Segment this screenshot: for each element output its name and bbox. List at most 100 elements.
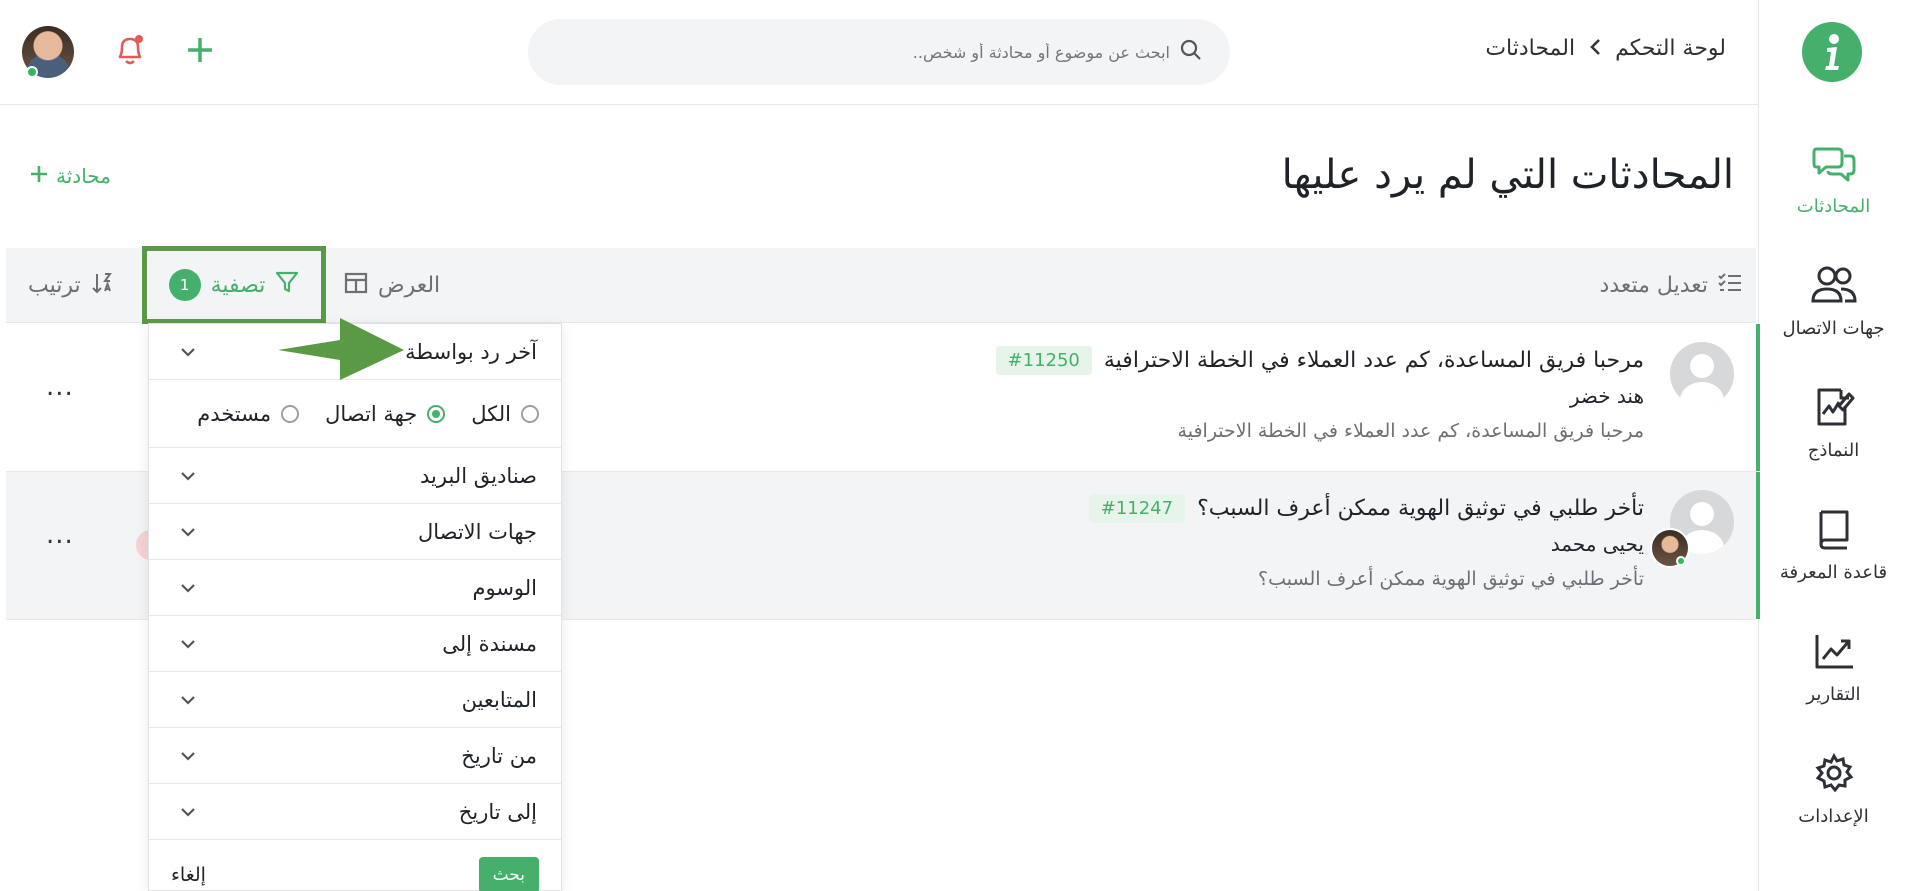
sidebar-item-label: التقارير [1806, 684, 1861, 705]
multi-edit-label: تعديل متعدد [1599, 273, 1708, 298]
message-preview: مرحبا فريق المساعدة، كم عدد العملاء في ا… [1177, 420, 1644, 442]
filter-section-label: مسندة إلى [442, 631, 537, 656]
sidebar-item-conversations[interactable]: المحادثات [1759, 140, 1908, 240]
sidebar-item-settings[interactable]: الإعدادات [1759, 750, 1908, 850]
book-icon [1811, 506, 1857, 552]
search-input[interactable] [610, 42, 1170, 62]
filter-cancel-button[interactable]: إلغاء [171, 864, 206, 886]
filter-section-followers[interactable]: المتابعين [149, 672, 561, 728]
new-conversation-label: محادثة [56, 164, 111, 188]
conversation-subject[interactable]: تأخر طلبي في توثيق الهوية ممكن أعرف السب… [1197, 496, 1644, 521]
multi-edit-button[interactable]: تعديل متعدد [1600, 248, 1742, 323]
ticket-id: #11247 [1088, 494, 1186, 523]
reports-icon [1811, 628, 1857, 674]
filter-section-mailboxes[interactable]: صناديق البريد [149, 448, 561, 504]
filter-search-button[interactable]: بحث [478, 857, 539, 891]
sidebar-item-reports[interactable]: التقارير [1759, 628, 1908, 728]
chevron-down-icon [181, 807, 195, 817]
search-bar[interactable] [528, 19, 1230, 85]
contact-name: يحيى محمد [1550, 532, 1644, 556]
sidebar-item-label: جهات الاتصال [1782, 318, 1885, 339]
filter-section-label: آخر رد بواسطة [405, 339, 537, 364]
filter-section-label: إلى تاريخ [458, 799, 537, 824]
sidebar-item-forms[interactable]: النماذج [1759, 384, 1908, 484]
filter-section-to-date[interactable]: إلى تاريخ [149, 784, 561, 840]
sidebar: المحادثات جهات الاتصال النماذج قاعدة الم… [1758, 0, 1908, 891]
contact-avatar [1670, 342, 1734, 406]
online-status-dot [26, 66, 38, 78]
conversation-subject[interactable]: مرحبا فريق المساعدة، كم عدد العملاء في ا… [1104, 348, 1644, 373]
filter-section-contacts[interactable]: جهات الاتصال [149, 504, 561, 560]
more-options-button[interactable]: ... [46, 372, 74, 402]
radio-button[interactable] [281, 404, 300, 423]
bell-icon[interactable] [114, 33, 146, 71]
radio-all[interactable]: الكل [471, 402, 539, 426]
title-row: المحادثات التي لم يرد عليها محادثة [0, 106, 1758, 248]
radio-user[interactable]: مستخدم [197, 402, 300, 426]
sidebar-item-label: المحادثات [1796, 196, 1871, 217]
breadcrumb-dashboard[interactable]: لوحة التحكم [1615, 36, 1726, 61]
last-reply-options: الكل جهة اتصال مستخدم [149, 380, 561, 448]
top-header: لوحة التحكم المحادثات [0, 0, 1758, 105]
filter-count-badge: 1 [168, 269, 201, 301]
new-conversation-button[interactable]: محادثة [30, 164, 111, 188]
chat-icon [1811, 140, 1857, 186]
forms-icon [1811, 384, 1857, 430]
search-icon [1180, 39, 1202, 65]
filter-section-tags[interactable]: الوسوم [149, 560, 561, 616]
row-accent-bar [1756, 472, 1760, 619]
chevron-down-icon [181, 527, 195, 537]
filter-panel: آخر رد بواسطة الكل جهة اتصال مستخدم صناد… [148, 323, 562, 891]
sidebar-item-label: قاعدة المعرفة [1779, 562, 1888, 583]
radio-label: جهة اتصال [325, 401, 418, 426]
chevron-down-icon [181, 639, 195, 649]
sort-icon [91, 271, 113, 301]
chevron-down-icon [181, 695, 195, 705]
row-header: #11247 تأخر طلبي في توثيق الهوية ممكن أع… [1088, 494, 1644, 523]
filter-section-label: الوسوم [472, 575, 537, 600]
page-title: المحادثات التي لم يرد عليها [1281, 152, 1734, 198]
plus-icon[interactable] [186, 36, 214, 68]
plus-icon [30, 164, 48, 188]
radio-button[interactable] [427, 404, 446, 423]
sidebar-item-contacts[interactable]: جهات الاتصال [1759, 262, 1908, 362]
radio-contact[interactable]: جهة اتصال [325, 401, 446, 426]
filter-section-label: من تاريخ [461, 743, 537, 768]
gear-icon [1811, 750, 1857, 796]
info-logo-icon [1825, 34, 1839, 70]
filter-section-label: صناديق البريد [420, 463, 537, 488]
chevron-down-icon [181, 347, 195, 357]
sort-button[interactable]: ترتيب [28, 248, 113, 323]
contact-name: هند خضر [1569, 384, 1644, 408]
online-status-dot [1676, 556, 1686, 566]
more-options-button[interactable]: ... [46, 520, 74, 550]
breadcrumb-conversations[interactable]: المحادثات [1485, 36, 1575, 61]
sort-label: ترتيب [28, 273, 81, 298]
row-accent-bar [1756, 324, 1760, 471]
annotation-arrow-icon [278, 318, 404, 380]
checklist-icon [1718, 272, 1742, 300]
radio-label: الكل [471, 401, 511, 426]
row-header: #11250 مرحبا فريق المساعدة، كم عدد العمل… [995, 346, 1644, 375]
chevron-down-icon [181, 751, 195, 761]
contacts-icon [1810, 262, 1857, 308]
filter-section-from-date[interactable]: من تاريخ [149, 728, 561, 784]
filter-label: تصفية [210, 272, 266, 298]
assignee-avatar [1650, 528, 1690, 568]
view-button[interactable]: العرض [344, 248, 440, 323]
app-logo[interactable] [1802, 22, 1862, 82]
user-avatar[interactable] [22, 26, 74, 78]
view-label: العرض [378, 273, 441, 298]
filter-section-assigned-to[interactable]: مسندة إلى [149, 616, 561, 672]
filter-button[interactable]: 1 تصفية [142, 246, 326, 324]
ticket-id: #11250 [995, 346, 1092, 375]
layout-icon [344, 272, 368, 300]
radio-button[interactable] [521, 404, 539, 423]
filter-section-label: جهات الاتصال [417, 519, 537, 544]
sidebar-item-knowledge-base[interactable]: قاعدة المعرفة [1759, 506, 1908, 606]
filter-icon [275, 270, 299, 300]
sidebar-item-label: النماذج [1807, 440, 1860, 461]
top-actions [22, 26, 214, 78]
chevron-down-icon [181, 471, 195, 481]
sidebar-item-label: الإعدادات [1798, 806, 1869, 827]
